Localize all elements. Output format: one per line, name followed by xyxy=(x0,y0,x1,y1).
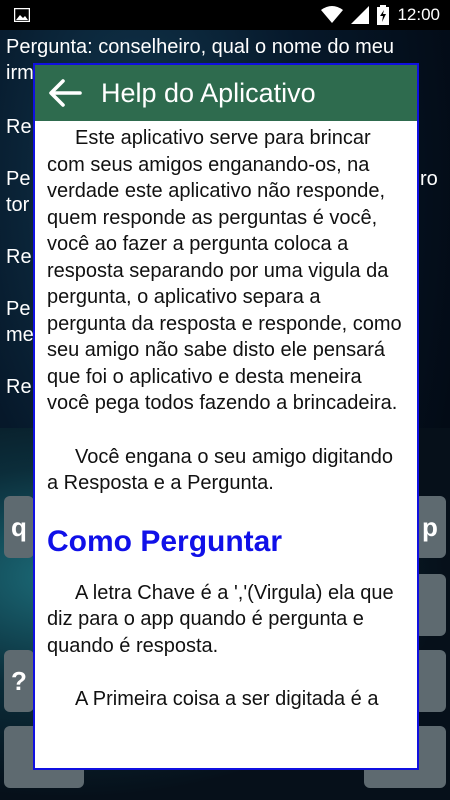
chat-line: me xyxy=(6,324,34,346)
arrow-back-icon xyxy=(49,79,82,107)
chat-line: tor xyxy=(6,194,30,216)
status-bar: 12:00 xyxy=(0,0,450,30)
dialog-title: Help do Aplicativo xyxy=(101,77,316,108)
chat-line: Re xyxy=(6,116,32,138)
clock: 12:00 xyxy=(397,5,440,24)
chat-line: Re xyxy=(6,246,32,268)
section-heading: Como Perguntar xyxy=(47,524,283,558)
chat-line: Pe xyxy=(6,298,31,320)
chat-line: irm xyxy=(6,62,34,84)
help-paragraph: A Primeira coisa a ser digitada é a xyxy=(75,688,379,710)
chat-line: Re xyxy=(6,376,32,398)
image-icon xyxy=(14,8,30,22)
help-paragraph: A letra Chave é a ','(Virgula) ela que d… xyxy=(47,581,394,657)
help-paragraph: Você engana o seu amigo digitando a Resp… xyxy=(47,445,394,495)
signal-icon xyxy=(351,6,370,24)
help-paragraph: Este aplicativo serve para brincar com s… xyxy=(47,127,402,414)
wifi-icon xyxy=(321,6,344,23)
help-dialog: Help do Aplicativo Este aplicativo serve… xyxy=(33,63,419,770)
chat-line: Pergunta: conselheiro, qual o nome do me… xyxy=(6,36,395,58)
chat-line: ro xyxy=(420,168,438,190)
chat-line: Pe xyxy=(6,168,31,190)
battery-icon xyxy=(377,5,390,25)
dialog-header: Help do Aplicativo xyxy=(35,65,417,121)
key-q[interactable]: q xyxy=(4,496,34,558)
help-content[interactable]: Este aplicativo serve para brincar com s… xyxy=(35,121,417,713)
back-button[interactable] xyxy=(35,65,95,121)
key-question[interactable]: ? xyxy=(4,650,34,712)
